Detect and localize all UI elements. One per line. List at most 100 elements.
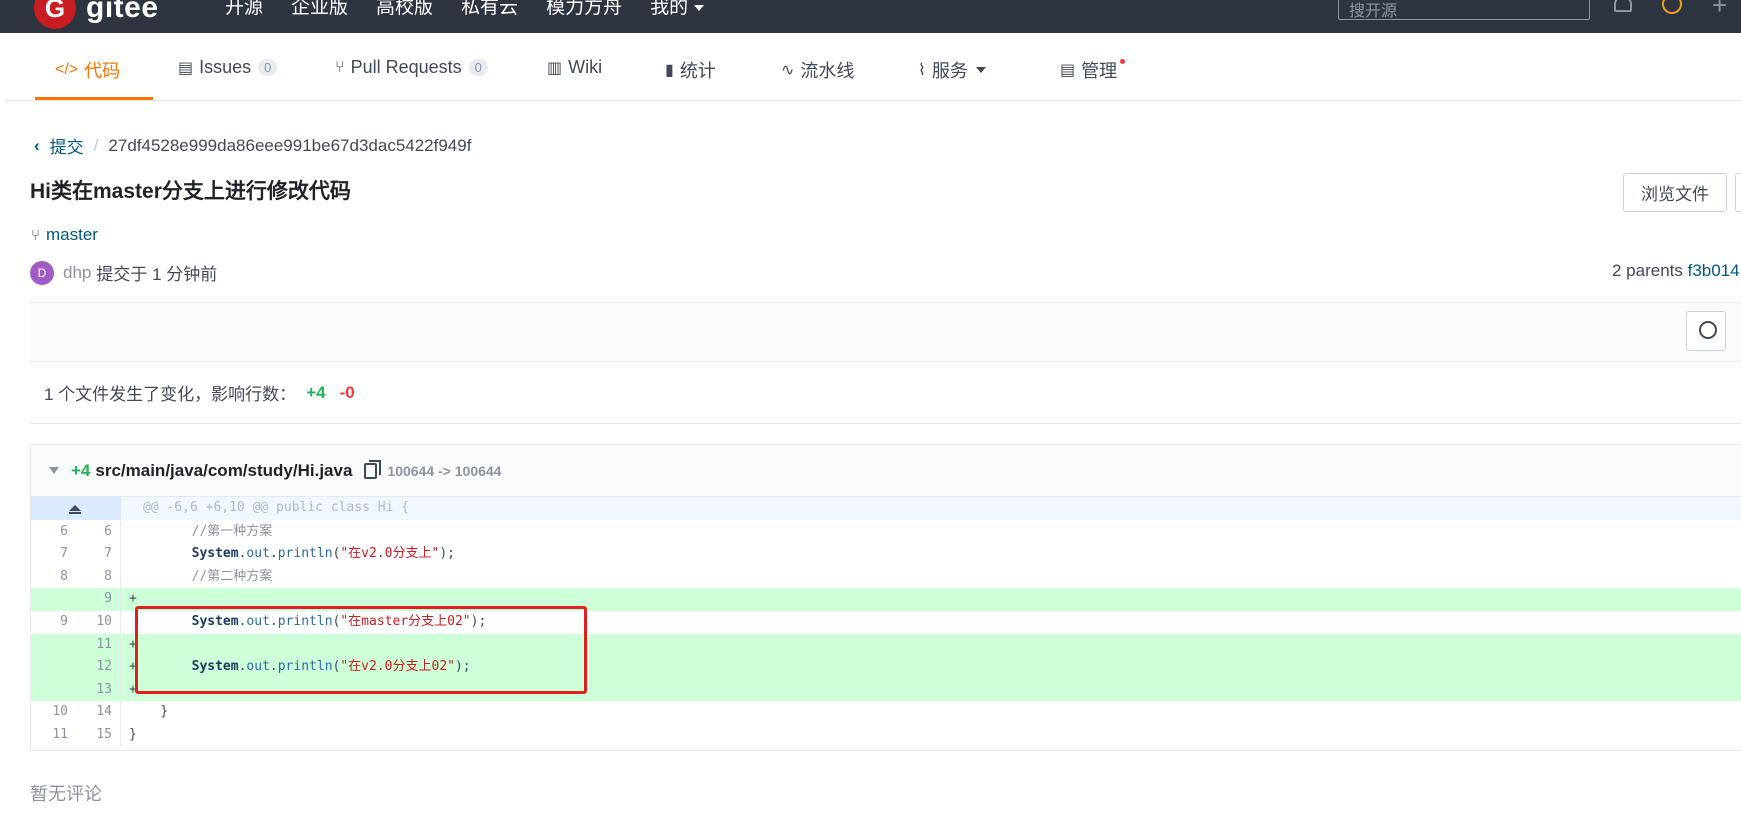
line-gutter: 11 [31,633,121,657]
old-line-number[interactable] [31,679,76,702]
code-icon: </> [55,61,79,78]
top-nav: 开源 企业版 高校版 私有云 模力方舟 我的 [225,0,732,19]
active-tab-underline [35,97,153,100]
tab-pipeline[interactable]: ∿ 流水线 [781,57,854,83]
copy-icon[interactable] [364,459,382,479]
repo-tabs: </> 代码 ▤ Issues 0 ⑂ Pull Requests 0 ▥ Wiki ▮ 统计… [5,33,1741,101]
new-line-number[interactable]: 8 [76,565,121,589]
commit-parents: 2 parents f3b014 [1612,261,1740,281]
parent-sha-link[interactable]: f3b014 [1688,261,1740,280]
new-line-number[interactable]: 12 [76,656,121,679]
pr-count: 0 [468,59,488,76]
code-line: } [129,727,137,742]
chevron-left-icon[interactable]: ‹ [34,136,40,156]
nav-mine[interactable]: 我的 [650,0,705,19]
file-path[interactable]: src/main/java/com/study/Hi.java [95,461,352,481]
old-line-number[interactable]: 10 [31,701,76,724]
nav-private-cloud[interactable]: 私有云 [461,0,518,19]
new-line-number[interactable]: 14 [76,701,121,724]
line-gutter: 10 14 [31,701,121,724]
old-line-number[interactable]: 11 [31,724,76,747]
nav-education[interactable]: 高校版 [376,0,433,19]
tab-service[interactable]: ⌇ 服务 [918,57,986,83]
stats-icon: ▮ [665,62,674,79]
diff-context-row: 11 15} [31,724,1741,747]
lightbulb-icon[interactable] [1662,0,1682,14]
browse-files-button[interactable]: 浏览文件 [1623,173,1727,212]
plus-icon[interactable]: + [1712,0,1727,21]
old-line-number[interactable]: 8 [31,566,76,589]
line-gutter: 77 [31,543,121,566]
code-line: System.out.println("在v2.0分支上"); [191,546,455,562]
bell-icon[interactable] [1614,0,1632,12]
line-gutter: 12 [31,656,121,679]
file-additions: +4 [71,460,91,480]
diff-context-row: 66 //第一种方案 [31,520,1741,544]
gitee-logo[interactable]: G gitee [34,0,159,29]
old-line-number[interactable]: 6 [31,521,76,544]
expand-up-icon[interactable] [69,505,81,514]
new-line-number[interactable]: 13 [76,678,121,702]
search-input[interactable]: 搜开源 [1338,0,1590,20]
code-line: } [129,704,169,720]
tab-label: Pull Requests [350,57,462,77]
tab-manage[interactable]: ▤ 管理 [1060,57,1126,83]
line-gutter: 9 10 [31,611,121,634]
tab-code[interactable]: </> 代码 [55,57,120,83]
nav-enterprise[interactable]: 企业版 [291,0,348,19]
tab-issues[interactable]: ▤ Issues 0 [178,57,278,78]
nav-moli[interactable]: 模力方舟 [546,0,622,19]
expand-gutter[interactable] [31,497,121,520]
additions-count: +4 [306,382,326,402]
code-line: //第一种方案 [129,523,273,539]
old-line-number[interactable]: 9 [31,611,76,634]
wiki-icon: ▥ [547,59,563,77]
issues-icon: ▤ [178,59,194,77]
settings-button[interactable] [1686,311,1726,351]
old-line-number[interactable] [31,656,76,679]
tab-pull-requests[interactable]: ⑂ Pull Requests 0 [335,57,488,78]
branch-icon: ⑂ [31,226,41,244]
diff-summary: 1 个文件发生了变化，影响行数： [44,385,297,404]
breadcrumb: ‹ 提交 / 27df4528e999da86eee991be67d3dac54… [34,133,471,158]
diff-context-row: 77 System.out.println("在v2.0分支上"); [31,543,1741,566]
new-line-number[interactable]: 7 [76,543,121,566]
tab-label: 服务 [931,61,968,81]
tab-stats[interactable]: ▮ 统计 [665,57,716,83]
commit-author: D dhp 提交于 1 分钟前 [30,260,217,285]
commit-time: 提交于 1 分钟前 [96,265,218,284]
diff-toolbar [30,302,1741,362]
commit-branch: ⑂ master [31,225,98,245]
old-line-number[interactable] [31,634,76,657]
more-button[interactable] [1735,173,1741,212]
nav-opensource[interactable]: 开源 [225,0,263,19]
pipeline-icon: ∿ [781,62,795,79]
old-line-number[interactable]: 7 [31,543,76,566]
new-line-number[interactable]: 6 [76,520,121,544]
author-name[interactable]: dhp [63,263,91,283]
avatar[interactable]: D [30,260,54,285]
breadcrumb-commits-link[interactable]: 提交 [50,133,84,158]
branch-link[interactable]: master [46,225,98,245]
line-gutter: 9 [31,588,121,611]
new-line-number[interactable]: 11 [76,633,121,657]
line-gutter: 88 [31,565,121,589]
tab-label: Issues [199,57,252,77]
manage-icon: ▤ [1060,62,1076,79]
hunk-header-row: @@ -6,6 +6,10 @@ public class Hi { [31,497,1741,520]
diff-context-row: 88 //第二种方案 [31,565,1741,589]
new-line-number[interactable]: 9 [76,588,121,611]
collapse-icon[interactable] [49,467,59,474]
no-comments-text: 暂无评论 [30,784,102,804]
tab-label: 管理 [1081,61,1118,81]
new-line-number[interactable]: 10 [76,611,121,634]
tab-wiki[interactable]: ▥ Wiki [547,57,602,78]
logo-mark: G [34,0,76,29]
line-gutter: 13 [31,678,121,702]
service-icon: ⌇ [918,62,926,79]
top-navbar: G gitee 开源 企业版 高校版 私有云 模力方舟 我的 搜开源 + [0,0,1741,33]
tab-label: 代码 [84,61,121,81]
chevron-down-icon [694,4,705,11]
new-line-number[interactable]: 15 [76,724,121,747]
old-line-number[interactable] [31,588,76,611]
